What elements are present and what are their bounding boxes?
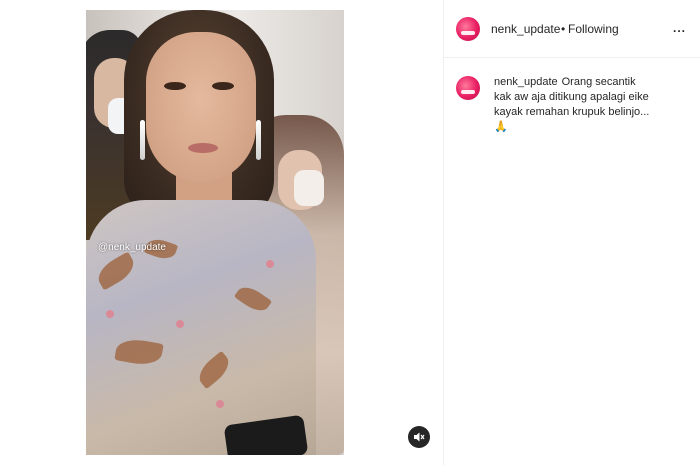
dress-bloom (176, 320, 184, 328)
subject-eye-left (164, 82, 186, 90)
dress-leaf (193, 350, 235, 390)
post-side-panel: nenk_update • Following ... nenk_update O… (444, 0, 700, 465)
post-video[interactable]: @nenk_update (86, 10, 344, 455)
subject-eye-right (212, 82, 234, 90)
mute-toggle-button[interactable] (408, 426, 430, 448)
header-username-link[interactable]: nenk_update (491, 22, 560, 36)
caption-username-link[interactable]: nenk_update (494, 76, 558, 88)
dress-bloom (266, 260, 274, 268)
video-watermark: @nenk_update (98, 242, 166, 253)
dress-leaf (233, 281, 273, 317)
subject-lips (188, 143, 218, 153)
dress-bloom (106, 310, 114, 318)
subject-face (146, 32, 256, 182)
following-button[interactable]: Following (568, 22, 619, 36)
subject-earring-right (256, 120, 261, 160)
header-separator: • (561, 22, 566, 36)
more-options-icon[interactable]: ... (673, 21, 686, 35)
speaker-mute-icon (414, 432, 425, 442)
post-header: nenk_update • Following ... (444, 0, 700, 58)
avatar-icon[interactable] (456, 17, 480, 41)
dress-leaf (93, 251, 139, 291)
dress-bloom (216, 400, 224, 408)
dress-leaf (114, 336, 164, 368)
subject-earring-left (140, 120, 145, 160)
avatar-icon[interactable] (456, 76, 480, 100)
background-person-right-mask (294, 170, 324, 206)
post-caption: nenk_update Orang secantik kak aw aja dit… (494, 75, 654, 135)
